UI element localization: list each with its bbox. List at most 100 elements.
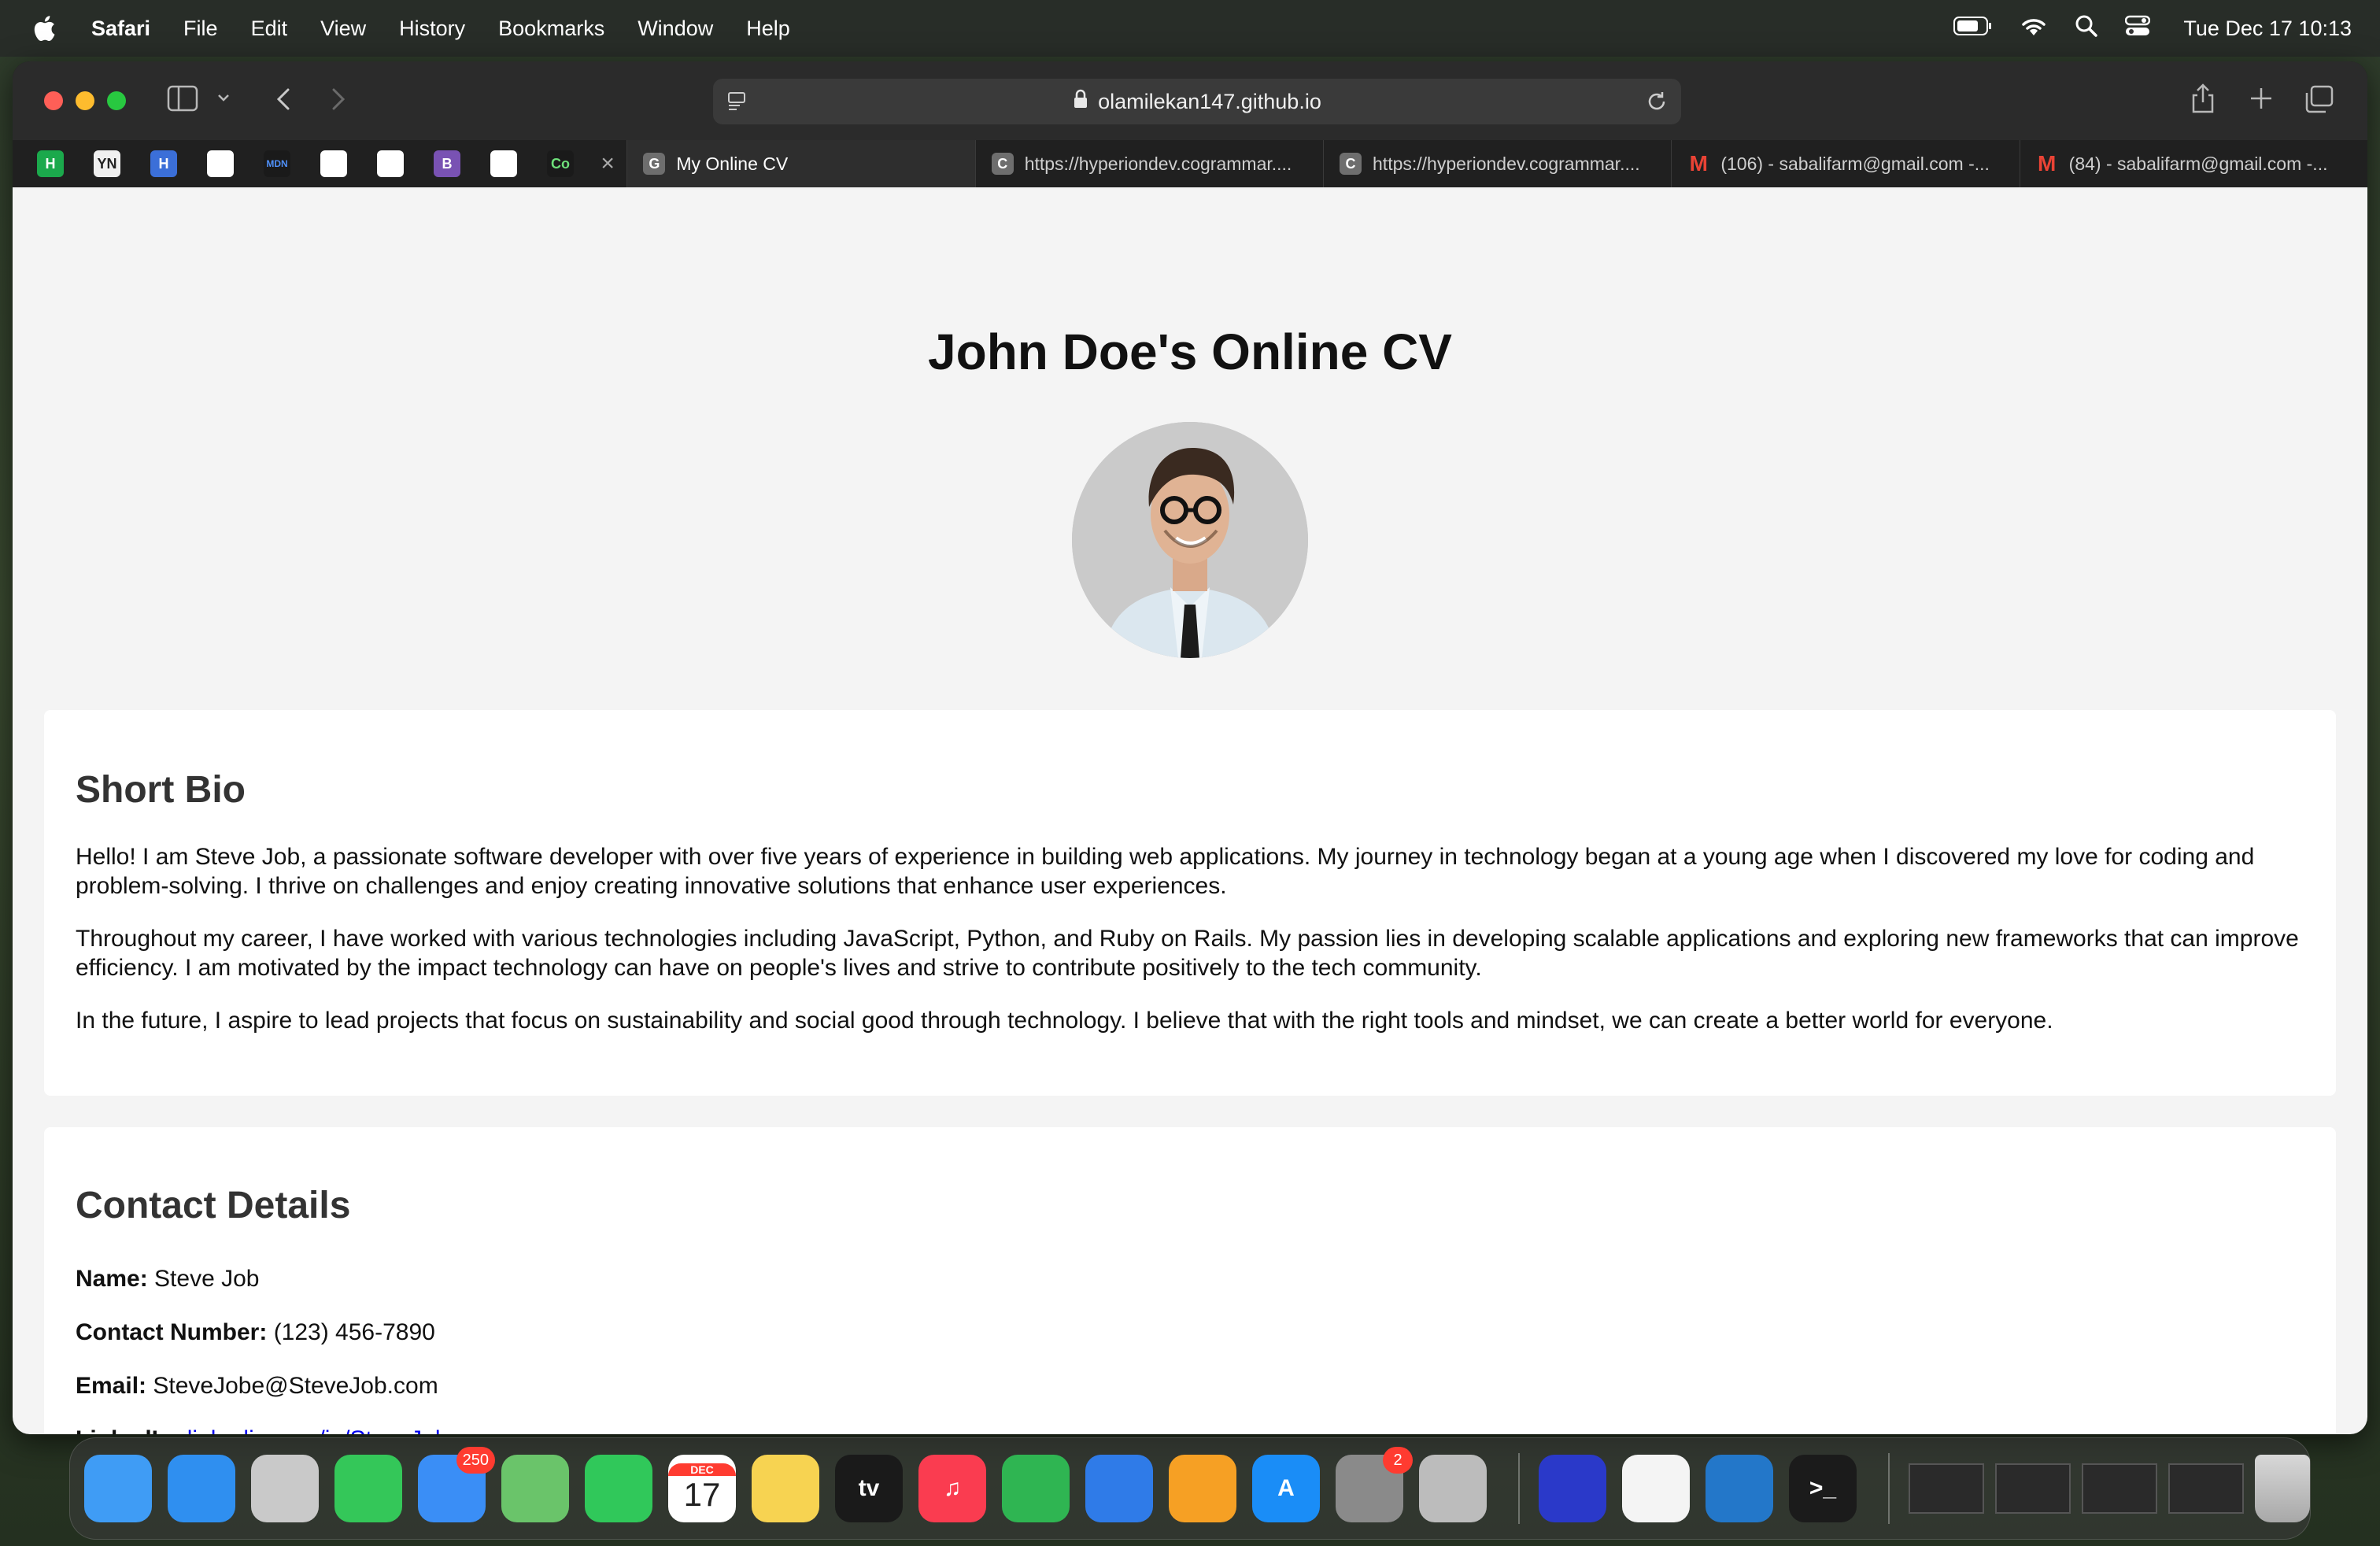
trash-icon[interactable] — [2255, 1455, 2310, 1522]
dock-separator — [1888, 1453, 1890, 1524]
web-page: John Doe's Online CV Short Bio Hello! I … — [13, 187, 2367, 1434]
menu-file[interactable]: File — [183, 17, 218, 41]
codepen-icon — [320, 150, 347, 177]
maps-icon[interactable] — [501, 1455, 569, 1522]
contact-phone-label: Contact Number: — [76, 1319, 268, 1345]
apple-menu-icon[interactable] — [28, 13, 60, 44]
pinned-tab[interactable] — [475, 140, 532, 187]
profile-photo — [1072, 422, 1308, 658]
menu-app-name[interactable]: Safari — [91, 17, 150, 41]
iphone-mirroring-icon[interactable] — [1419, 1455, 1487, 1522]
screens-icon[interactable] — [1539, 1455, 1606, 1522]
tab-cogrammar-2[interactable]: C https://hyperiondev.cogrammar.... — [1323, 140, 1671, 187]
pinned-tab[interactable] — [362, 140, 419, 187]
pinned-tab[interactable]: B — [419, 140, 475, 187]
wifi-icon[interactable] — [2020, 15, 2048, 43]
menu-help[interactable]: Help — [746, 17, 790, 41]
tab-overview-icon[interactable] — [2304, 85, 2334, 113]
minimized-window-thumbnail[interactable] — [2082, 1463, 2157, 1514]
tab-favicon: C — [991, 153, 1014, 175]
tab-favicon: G — [643, 153, 666, 175]
cogrammar-icon: Co — [547, 150, 574, 177]
back-icon[interactable] — [272, 85, 296, 113]
page-menu-icon[interactable] — [726, 90, 749, 113]
textedit-icon[interactable] — [1622, 1455, 1690, 1522]
menu-edit[interactable]: Edit — [251, 17, 288, 41]
share-icon[interactable] — [2190, 82, 2216, 115]
facetime-icon[interactable] — [585, 1455, 652, 1522]
vscode-icon[interactable] — [1706, 1455, 1773, 1522]
close-tab-icon[interactable]: × — [589, 150, 626, 177]
pinned-tab[interactable]: YN — [79, 140, 135, 187]
contact-heading: Contact Details — [76, 1185, 351, 1226]
brackets-icon — [490, 150, 517, 177]
pinned-tab[interactable] — [305, 140, 362, 187]
minimized-window-thumbnail[interactable] — [1909, 1463, 1984, 1514]
bootstrap-icon: B — [434, 150, 460, 177]
pinned-tab[interactable] — [192, 140, 249, 187]
messages-icon[interactable] — [334, 1455, 402, 1522]
keynote-icon[interactable] — [1085, 1455, 1153, 1522]
mdn-icon: MDN — [264, 150, 290, 177]
tab-title: My Online CV — [676, 153, 789, 174]
notes-icon[interactable] — [752, 1455, 819, 1522]
tab-gmail-2[interactable]: M (84) - sabalifarm@gmail.com -... — [2019, 140, 2367, 187]
menu-bookmarks[interactable]: Bookmarks — [498, 17, 604, 41]
safari-window: olamilekan147.github.io H YN H MDN B Co × G M… — [13, 61, 2367, 1434]
tab-title: https://hyperiondev.cogrammar.... — [1373, 153, 1640, 174]
contact-phone-row: Contact Number: (123) 456-7890 — [76, 1319, 435, 1346]
battery-icon[interactable] — [1953, 16, 1993, 42]
menu-window[interactable]: Window — [638, 17, 713, 41]
zoom-window-button[interactable] — [107, 91, 126, 110]
tab-favicon: C — [1340, 153, 1362, 175]
contact-email-row: Email: SteveJobe@SteveJob.com — [76, 1373, 438, 1400]
dock-icon-glyph: tv — [858, 1475, 880, 1501]
pinned-tab[interactable]: Co — [532, 140, 589, 187]
launchpad-icon[interactable] — [251, 1455, 319, 1522]
pinned-tab[interactable]: H — [135, 140, 192, 187]
minimized-window-thumbnail[interactable] — [1995, 1463, 2071, 1514]
tab-bar: H YN H MDN B Co × G My Online CV C https://hy… — [13, 140, 2367, 187]
dock-icon-glyph: A — [1277, 1475, 1295, 1501]
system-settings-icon[interactable]: 2 — [1336, 1447, 1413, 1522]
sidebar-toggle-icon[interactable] — [167, 85, 198, 112]
tab-gmail-1[interactable]: M (106) - sabalifarm@gmail.com -... — [1671, 140, 2019, 187]
address-bar[interactable]: olamilekan147.github.io — [713, 79, 1681, 124]
finder-icon[interactable] — [84, 1455, 152, 1522]
chevron-down-icon[interactable] — [216, 90, 231, 105]
spotlight-search-icon[interactable] — [2075, 14, 2098, 43]
notification-badge: 2 — [1383, 1447, 1413, 1474]
menu-clock[interactable]: Tue Dec 17 10:13 — [2183, 17, 2352, 41]
linkedin-link[interactable]: linkedin.com/in/SteveJob — [187, 1426, 449, 1434]
pinned-tab[interactable]: H — [22, 140, 79, 187]
app-store-icon[interactable]: A — [1252, 1455, 1320, 1522]
terminal-icon[interactable]: >_ — [1789, 1455, 1857, 1522]
close-window-button[interactable] — [44, 91, 63, 110]
tab-my-online-cv[interactable]: G My Online CV — [626, 140, 975, 187]
reload-icon[interactable] — [1645, 90, 1669, 113]
apple-tv-icon[interactable]: tv — [835, 1455, 903, 1522]
pinned-tab[interactable]: MDN — [249, 140, 305, 187]
forward-icon[interactable] — [326, 85, 349, 113]
minimize-window-button[interactable] — [76, 91, 94, 110]
mail-icon[interactable]: 250 — [418, 1447, 495, 1522]
contact-linkedin-label: LinkedIn: — [76, 1426, 180, 1434]
contact-linkedin-row: LinkedIn: linkedin.com/in/SteveJob — [76, 1426, 449, 1434]
numbers-icon[interactable] — [1002, 1455, 1070, 1522]
gmail-icon: M — [2038, 151, 2057, 176]
bio-paragraph-2: Throughout my career, I have worked with… — [76, 926, 2299, 981]
calendar-icon[interactable]: DEC 17 — [668, 1455, 736, 1522]
menu-view[interactable]: View — [320, 17, 366, 41]
lock-icon — [1073, 89, 1088, 115]
control-center-icon[interactable] — [2125, 15, 2151, 43]
dock: 250 DEC 17 tv ♫ A 2 >_ — [69, 1437, 2311, 1540]
menu-history[interactable]: History — [399, 17, 465, 41]
music-icon[interactable]: ♫ — [918, 1455, 986, 1522]
pages-icon[interactable] — [1169, 1455, 1236, 1522]
new-tab-icon[interactable] — [2248, 85, 2275, 112]
safari-icon[interactable] — [168, 1455, 235, 1522]
tab-cogrammar-1[interactable]: C https://hyperiondev.cogrammar.... — [974, 140, 1323, 187]
notification-badge: 250 — [456, 1447, 495, 1474]
minimized-window-thumbnail[interactable] — [2168, 1463, 2244, 1514]
calendar-day: 17 — [683, 1476, 721, 1513]
